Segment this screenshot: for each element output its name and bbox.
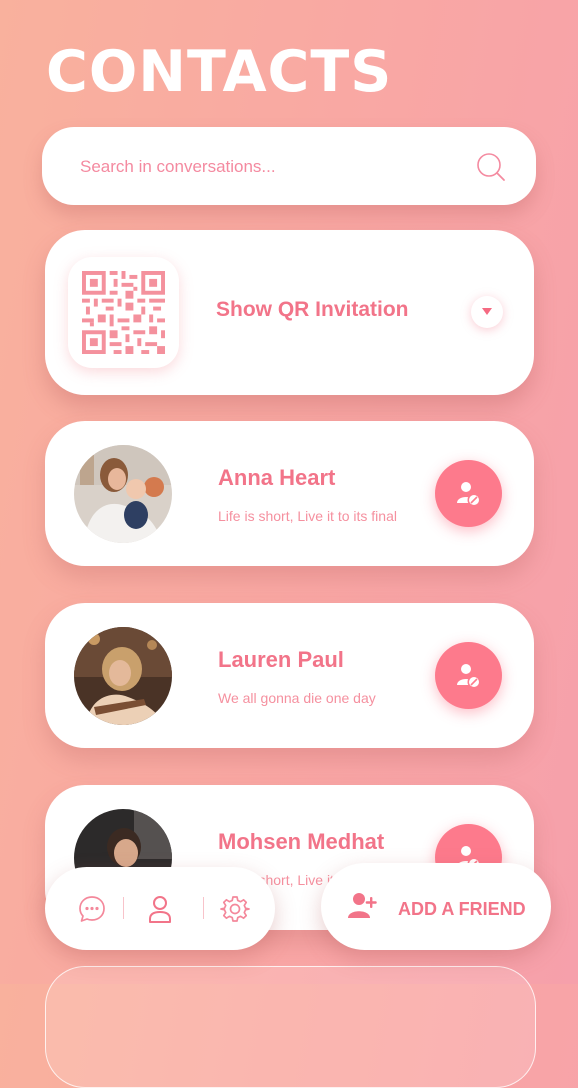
- avatar-photo: [74, 445, 172, 543]
- page-title: CONTACTS: [46, 39, 393, 105]
- block-contact-button[interactable]: [435, 460, 502, 527]
- qr-dropdown-button[interactable]: [471, 296, 503, 328]
- nav-divider: [203, 897, 204, 919]
- gear-icon[interactable]: [220, 894, 250, 924]
- qr-invitation-label: Show QR Invitation: [216, 298, 409, 321]
- chat-bubble-icon[interactable]: [77, 894, 107, 924]
- contact-status: We all gonna die one day: [218, 690, 376, 706]
- add-friend-button[interactable]: ADD A FRIEND: [321, 863, 551, 950]
- contact-name: Anna Heart: [218, 465, 336, 490]
- search-bar: [42, 127, 536, 205]
- avatar-photo: [74, 627, 172, 725]
- caret-down-icon: [482, 308, 492, 315]
- qr-invitation-card[interactable]: Show QR Invitation: [45, 230, 534, 395]
- qr-code: [68, 257, 179, 368]
- user-block-icon: [456, 481, 480, 506]
- avatar: [74, 627, 172, 725]
- contact-name: Lauren Paul: [218, 647, 344, 672]
- contact-name: Mohsen Medhat: [218, 829, 385, 854]
- search-input[interactable]: [78, 151, 462, 183]
- add-friend-label: ADD A FRIEND: [398, 899, 526, 919]
- avatar: [74, 445, 172, 543]
- contact-card-partial: [45, 966, 536, 1088]
- contact-card[interactable]: Anna Heart Life is short, Live it to its…: [45, 421, 534, 566]
- contact-card[interactable]: Lauren Paul We all gonna die one day: [45, 603, 534, 748]
- user-profile-icon[interactable]: [145, 894, 175, 924]
- bottom-nav: [45, 867, 275, 950]
- search-icon[interactable]: [476, 152, 506, 182]
- nav-divider: [123, 897, 124, 919]
- contact-status: Life is short, Live it to its final: [218, 508, 397, 524]
- block-contact-button[interactable]: [435, 642, 502, 709]
- add-user-icon: [348, 893, 377, 918]
- user-block-icon: [456, 663, 480, 688]
- qr-code-icon: [82, 271, 165, 354]
